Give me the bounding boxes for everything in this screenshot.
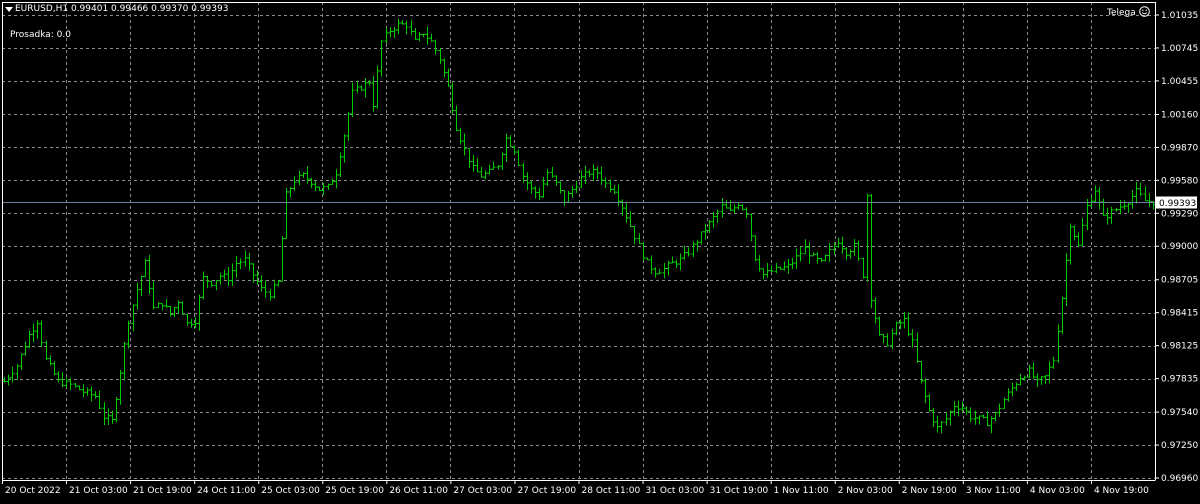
y-tick-label: 0.99290 xyxy=(1161,209,1198,219)
smiley-icon xyxy=(1138,6,1150,17)
x-tick-label: 25 Oct 03:00 xyxy=(261,486,320,496)
x-tick-label: 27 Oct 03:00 xyxy=(453,486,512,496)
x-tick-label: 31 Oct 19:00 xyxy=(710,486,769,496)
x-tick-label: 21 Oct 19:00 xyxy=(133,486,192,496)
x-tick-label: 4 Nov 03:00 xyxy=(1030,486,1085,496)
x-tick-label: 20 Oct 2022 xyxy=(5,486,61,496)
x-tick-label: 31 Oct 03:00 xyxy=(646,486,705,496)
y-tick-label: 1.00745 xyxy=(1161,44,1198,54)
x-tick-label: 2 Nov 03:00 xyxy=(838,486,893,496)
symbol-info: EURUSD,H1 0.99401 0.99466 0.99370 0.9939… xyxy=(15,4,229,14)
triangle-down-icon[interactable] xyxy=(5,5,13,13)
y-tick-label: 0.97835 xyxy=(1161,375,1198,385)
y-tick-label: 0.98415 xyxy=(1161,309,1198,319)
indicator-name: Telega xyxy=(1107,8,1136,18)
y-tick-label: 1.00455 xyxy=(1161,77,1198,87)
x-tick-label: 21 Oct 03:00 xyxy=(69,486,128,496)
x-tick-label: 25 Oct 19:00 xyxy=(325,486,384,496)
y-tick-label: 0.99580 xyxy=(1161,176,1198,186)
x-tick-label: 2 Nov 19:00 xyxy=(902,486,957,496)
y-tick-label: 0.98125 xyxy=(1161,342,1198,352)
grid-lines xyxy=(2,2,1155,480)
x-tick-label: 3 Nov 11:00 xyxy=(966,486,1021,496)
x-tick-label: 27 Oct 19:00 xyxy=(517,486,576,496)
y-tick-label: 1.00160 xyxy=(1161,110,1198,120)
x-tick-label: 24 Oct 11:00 xyxy=(197,486,256,496)
y-tick-label: 0.96960 xyxy=(1161,474,1198,484)
chart-canvas[interactable]: 1.01035 1.00745 1.00455 1.00160 0.99870 0.995… xyxy=(0,0,1200,500)
y-tick-label: 0.98705 xyxy=(1161,276,1198,286)
y-tick-label: 0.99000 xyxy=(1161,242,1198,252)
current-price-tag: 0.99393 xyxy=(1156,196,1197,209)
axes xyxy=(2,2,1156,481)
drawdown-label: Prosadka: 0.0 xyxy=(10,30,71,40)
y-tick-label: 1.01035 xyxy=(1161,11,1198,21)
y-axis-labels: 1.01035 1.00745 1.00455 1.00160 0.99870 0.995… xyxy=(1155,11,1198,484)
x-tick-label: 4 Nov 19:00 xyxy=(1094,486,1149,496)
x-axis-labels: 20 Oct 2022 21 Oct 03:00 21 Oct 19:00 24 Oc… xyxy=(2,480,1149,496)
x-tick-label: 1 Nov 11:00 xyxy=(774,486,829,496)
y-tick-label: 0.97540 xyxy=(1161,408,1198,418)
indicator-label: Telega xyxy=(1107,6,1150,19)
x-tick-label: 26 Oct 11:00 xyxy=(389,486,448,496)
y-tick-label: 0.97250 xyxy=(1161,441,1198,451)
price-tag-text: 0.99393 xyxy=(1159,199,1196,209)
symbol-header[interactable]: EURUSD,H1 0.99401 0.99466 0.99370 0.9939… xyxy=(5,4,228,15)
price-chart[interactable]: 1.01035 1.00745 1.00455 1.00160 0.99870 0.995… xyxy=(0,0,1200,500)
x-tick-label: 28 Oct 11:00 xyxy=(582,486,641,496)
y-tick-label: 0.99870 xyxy=(1161,143,1198,153)
